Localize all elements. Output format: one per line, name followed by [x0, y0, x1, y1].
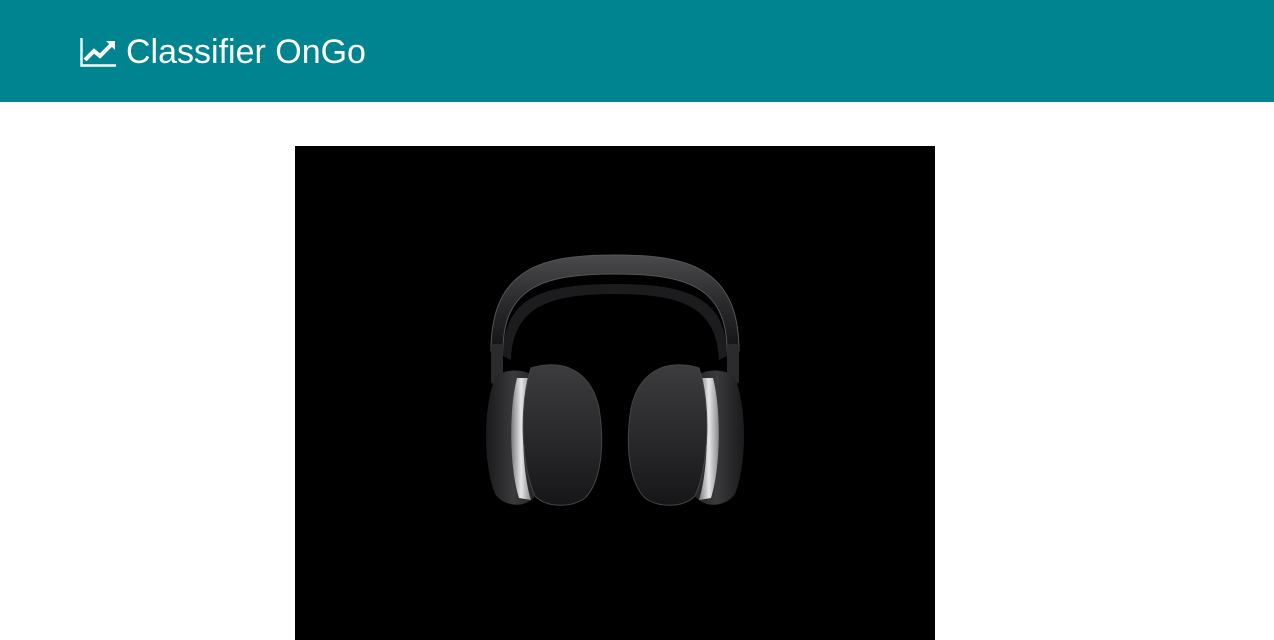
- headphones-icon: [486, 254, 744, 506]
- brand-link[interactable]: Classifier OnGo: [80, 30, 366, 74]
- brand-title: Classifier OnGo: [126, 33, 366, 71]
- line-chart-icon: [80, 37, 117, 67]
- preview-image: [295, 146, 935, 640]
- app-header: Classifier OnGo: [0, 0, 1274, 102]
